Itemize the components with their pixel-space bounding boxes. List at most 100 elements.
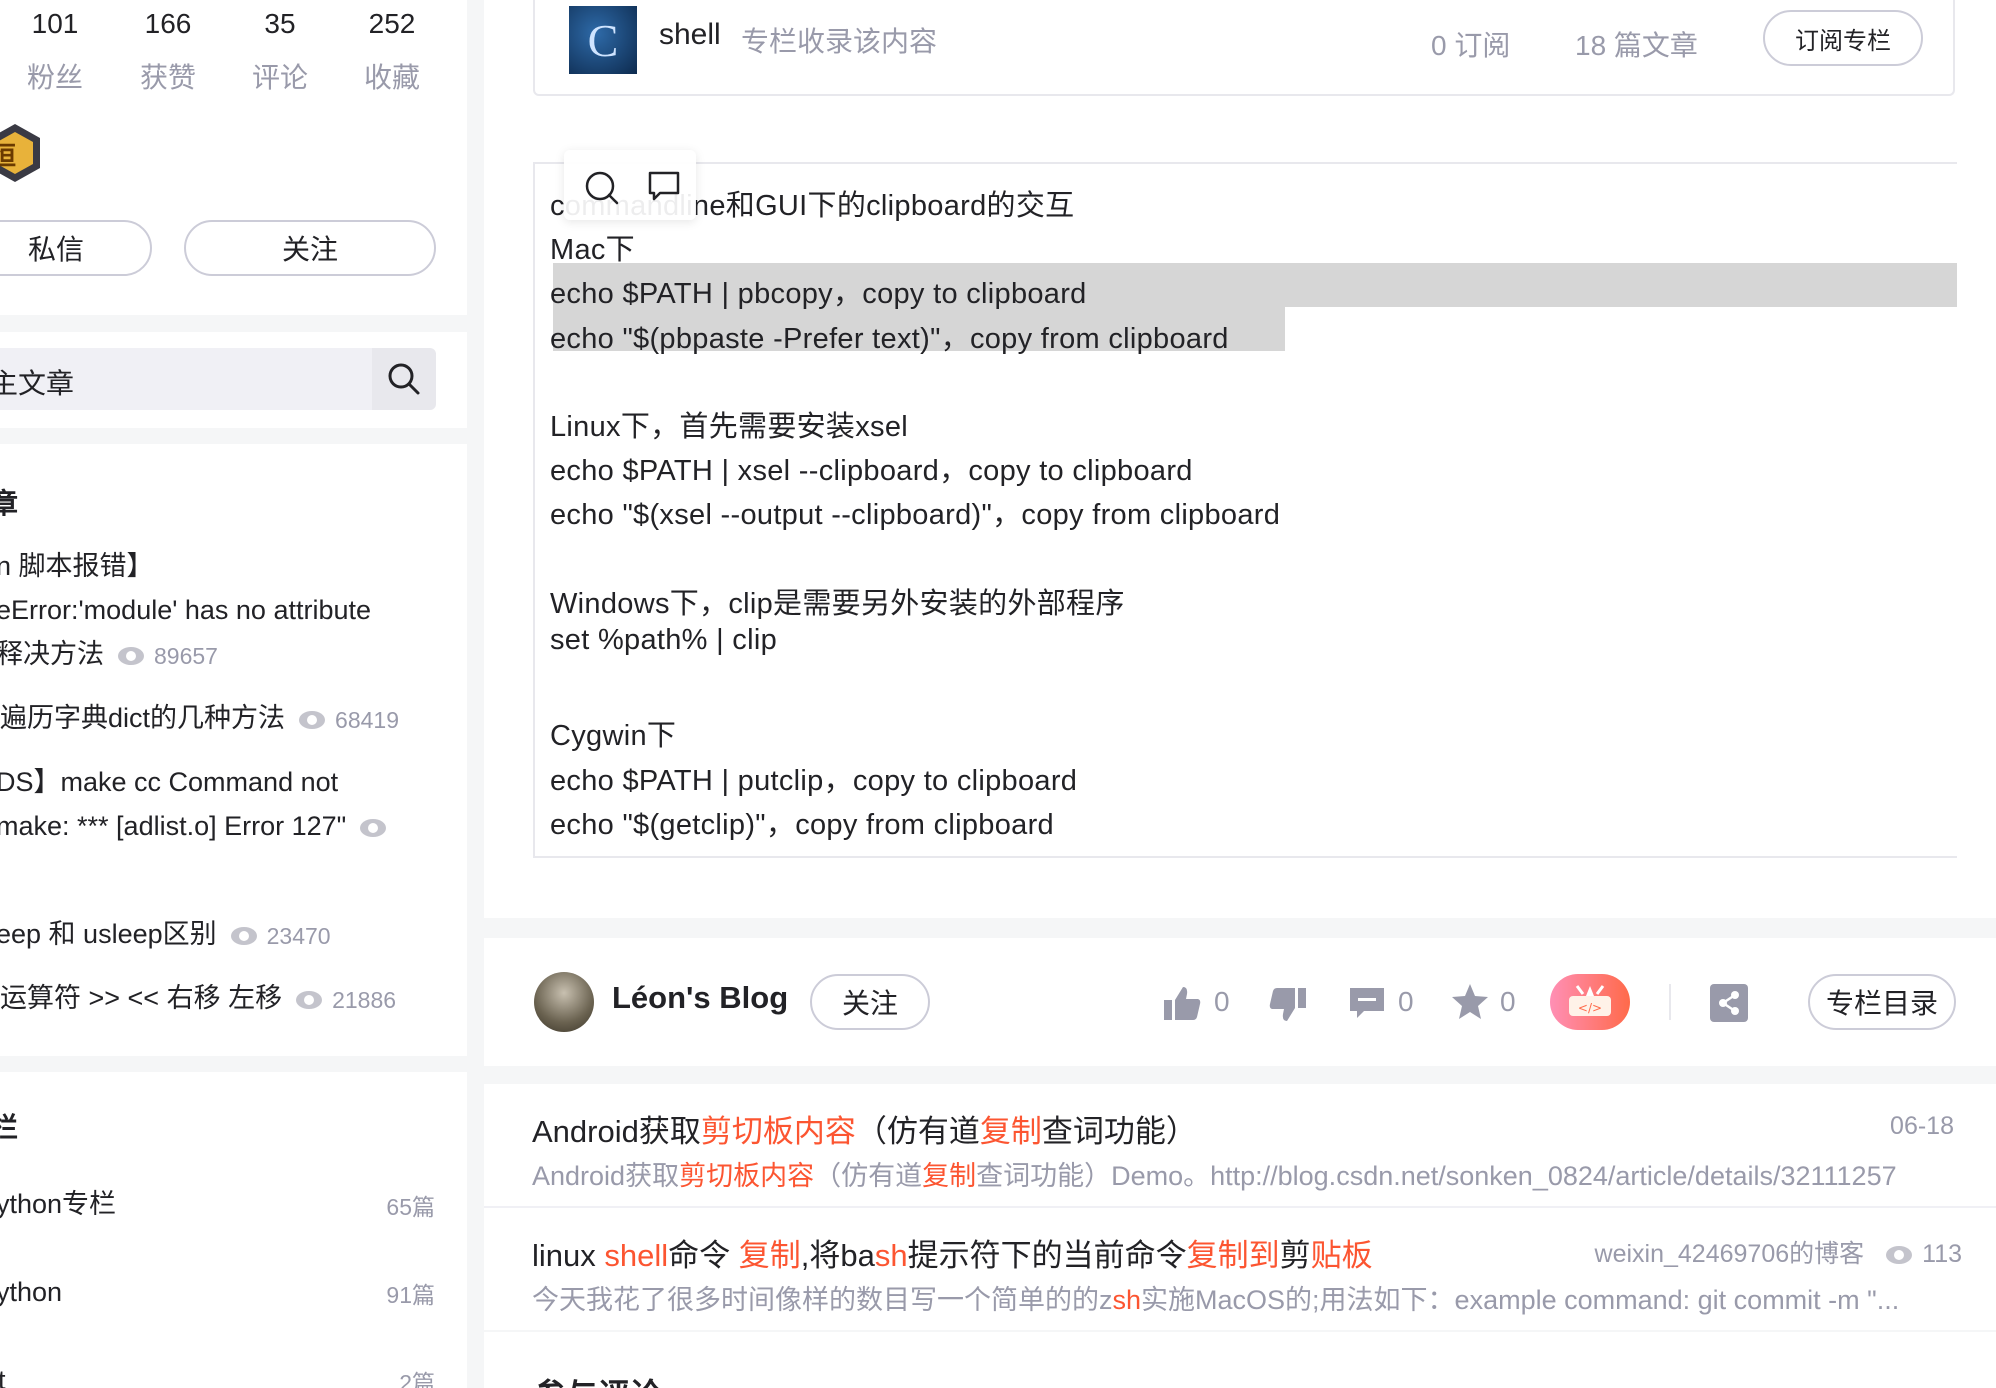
eye-icon: [360, 818, 387, 837]
recommendation-2-title[interactable]: linux shell命令 复制,将bash提示符下的当前命令复制到剪贴板: [532, 1230, 1373, 1275]
stat-comments-value: 35: [264, 8, 296, 39]
comment-icon[interactable]: [646, 168, 682, 204]
stat-favorites-value: 252: [368, 8, 416, 39]
column-item-3[interactable]: t: [0, 1358, 6, 1388]
rec1-desc-seg: （仿有道: [814, 1161, 923, 1191]
hot-article-3-line2: make: *** [adlist.o] Error 127": [0, 811, 347, 841]
code-line[interactable]: Cygwin下: [550, 712, 676, 754]
recommendation-1-title[interactable]: Android获取剪切板内容（仿有道复制查词功能）: [532, 1106, 1197, 1151]
code-line[interactable]: echo $PATH | putclip，copy to clipboard: [550, 757, 1077, 799]
favorite-count: 0: [1500, 986, 1516, 1017]
column-name[interactable]: shell: [659, 18, 721, 52]
stat-comments-label[interactable]: 评论: [230, 56, 330, 96]
code-line[interactable]: Mac下: [550, 226, 635, 268]
recommendation-2-views: 113: [1922, 1240, 1962, 1268]
recommendation-2-blog[interactable]: weixin_42469706的博客: [1595, 1240, 1865, 1268]
eye-icon: [230, 926, 257, 945]
rec1-desc-seg: 查词功能）Demo。http://blog.csdn.net/sonken_08…: [976, 1161, 1897, 1191]
author-name[interactable]: Léon's Blog: [612, 980, 788, 1016]
rec2-title-seg: 剪: [1279, 1238, 1311, 1273]
comment-icon[interactable]: [1348, 984, 1386, 1022]
comment-count: 0: [1398, 986, 1414, 1017]
hot-article-4[interactable]: eep 和 usleep区别 23470: [0, 912, 331, 958]
stat-favorites-label[interactable]: 收藏: [342, 56, 442, 96]
follow-button[interactable]: 关注: [184, 220, 436, 276]
search-button[interactable]: [372, 348, 436, 410]
column-item-1[interactable]: ython专栏: [0, 1182, 116, 1226]
rec1-desc-seg: 剪切板内容: [679, 1161, 815, 1191]
code-line[interactable]: echo $PATH | pbcopy，copy to clipboard: [550, 270, 1087, 312]
share-icon[interactable]: [1710, 984, 1748, 1022]
columns-card: 栏 ython专栏 65篇 ython 91篇 t 2篇: [0, 1072, 467, 1388]
selection-toolbar: [564, 150, 696, 220]
stat-likes-label[interactable]: 获赞: [118, 56, 218, 96]
rec1-title-seg: （仿有道: [855, 1114, 980, 1149]
column-catalog-button[interactable]: 专栏目录: [1808, 974, 1956, 1030]
hot-article-1[interactable]: n 脚本报错】 eError:'module' has no attribute…: [0, 544, 371, 678]
reward-icon[interactable]: </>: [1550, 974, 1630, 1030]
comment-section-title: 参与评论: [534, 1370, 662, 1388]
level-badge-text: 恒: [0, 141, 17, 171]
rec2-title-seg: linux: [532, 1238, 605, 1273]
code-line[interactable]: set %path% | clip: [550, 624, 777, 657]
rec2-title-seg: shell: [604, 1238, 669, 1273]
search-input[interactable]: 主文章: [0, 348, 372, 410]
column-item-2[interactable]: ython: [0, 1270, 62, 1314]
star-icon[interactable]: [1450, 982, 1490, 1022]
hot-article-5-views: 21886: [332, 986, 397, 1013]
recommendation-2[interactable]: linux shell命令 复制,将bash提示符下的当前命令复制到剪贴板 we…: [484, 1208, 1996, 1330]
hot-article-5-title: 运算符 >> << 右移 左移: [0, 983, 283, 1013]
rec2-desc-seg: 实施MacOS的;用法如下：example command: git commi…: [1141, 1285, 1900, 1315]
rec2-title-seg: sh: [874, 1238, 908, 1273]
eye-icon: [1886, 1246, 1913, 1265]
column-item-3-count: 2篇: [399, 1370, 435, 1388]
recommendation-1-desc: Android获取剪切板内容（仿有道复制查词功能）Demo。http://blo…: [532, 1154, 1897, 1193]
code-line[interactable]: echo $PATH | xsel --clipboard，copy to cl…: [550, 447, 1193, 489]
hot-article-5[interactable]: 运算符 >> << 右移 左移 21886: [0, 976, 396, 1022]
rec2-title-seg: 提示符下的当前命令: [907, 1238, 1187, 1273]
rec2-desc-seg: sh: [1112, 1285, 1142, 1315]
message-button[interactable]: 私信: [0, 220, 152, 276]
code-line[interactable]: echo "$(pbpaste -Prefer text)"，copy from…: [550, 315, 1229, 357]
stat-likes-value: 166: [144, 8, 192, 39]
hot-articles-heading: 章: [0, 488, 19, 519]
author-bar: Léon's Blog 关注 0 0 0 </> 专栏目录: [484, 938, 1996, 1066]
hot-article-2-title: 遍历字典dict的几种方法: [0, 703, 286, 733]
hot-article-2[interactable]: 遍历字典dict的几种方法 68419: [0, 696, 399, 742]
rec2-title-seg: 复制: [738, 1238, 801, 1273]
recommendation-1-date: 06-18: [1890, 1112, 1954, 1140]
thumbs-up-icon[interactable]: [1162, 984, 1202, 1022]
thumbs-down-icon[interactable]: [1268, 986, 1308, 1024]
stat-fans-label[interactable]: 粉丝: [5, 56, 105, 96]
code-line[interactable]: echo "$(getclip)"，copy from clipboard: [550, 801, 1054, 843]
recommendation-2-meta: weixin_42469706的博客 113: [1595, 1234, 1962, 1270]
code-line[interactable]: echo "$(xsel --output --clipboard)"，copy…: [550, 491, 1280, 533]
author-follow-button[interactable]: 关注: [810, 974, 930, 1030]
column-card[interactable]: C shell 专栏收录该内容 0 订阅 18 篇文章 订阅专栏: [533, 0, 1955, 96]
hot-articles-card: 章 n 脚本报错】 eError:'module' has no attribu…: [0, 444, 467, 1056]
columns-heading: 栏: [0, 1112, 19, 1143]
hot-article-1-line1: n 脚本报错】: [0, 551, 154, 581]
divider: [1669, 984, 1671, 1020]
code-line[interactable]: Linux下，首先需要安装xsel: [550, 403, 908, 445]
column-item-1-count: 65篇: [386, 1194, 435, 1220]
rec1-title-seg: Android获取: [532, 1114, 701, 1149]
column-subscribers: 0 订阅: [1431, 30, 1511, 61]
recommendation-1[interactable]: Android获取剪切板内容（仿有道复制查词功能） 06-18 Android获…: [484, 1084, 1996, 1208]
level-badge-icon: 恒: [0, 122, 42, 184]
hot-article-1-views: 89657: [154, 642, 218, 669]
code-line[interactable]: Windows下，clip是需要另外安装的外部程序: [550, 580, 1125, 622]
rec1-title-seg: 查词功能）: [1041, 1114, 1197, 1149]
hot-article-3[interactable]: DS】make cc Command not make: *** [adlist…: [0, 760, 396, 848]
hot-article-1-line2: eError:'module' has no attribute: [0, 595, 372, 625]
rec2-title-seg: 命令: [668, 1238, 739, 1273]
author-avatar[interactable]: [534, 972, 594, 1032]
like-count: 0: [1214, 986, 1230, 1017]
subscribe-column-button[interactable]: 订阅专栏: [1763, 10, 1923, 66]
comment-section: 参与评论: [484, 1332, 1996, 1388]
stat-fans-value: 101: [31, 8, 79, 39]
svg-text:</>: </>: [1578, 1001, 1602, 1015]
search-icon[interactable]: [584, 170, 620, 206]
rec1-title-seg: 复制: [979, 1114, 1042, 1149]
rec1-desc-seg: Android获取: [532, 1161, 680, 1191]
